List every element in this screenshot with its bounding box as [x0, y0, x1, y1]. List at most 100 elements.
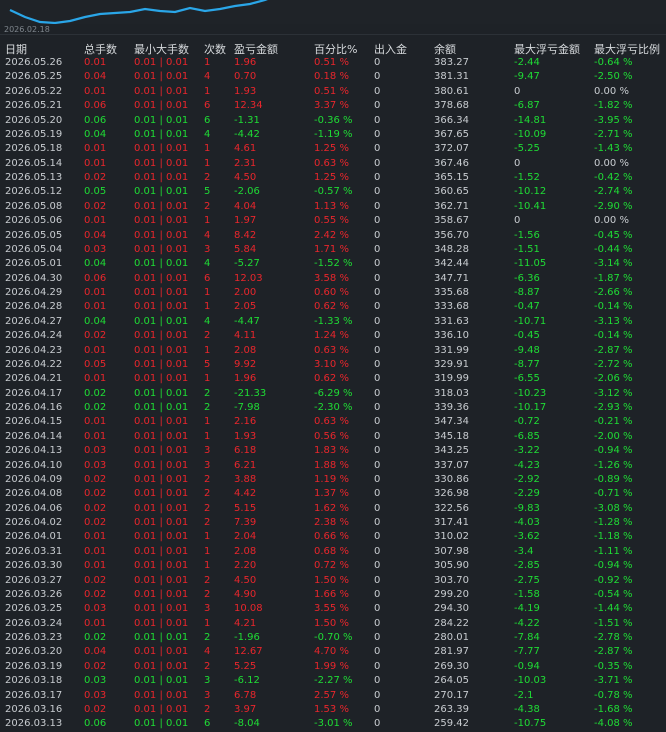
table-row[interactable]: 2026.04.29 0.01 0.01 | 0.01 1 2.00 0.60 % 0 335… [0, 286, 666, 300]
table-row[interactable]: 2026.04.10 0.03 0.01 | 0.01 3 6.21 1.88 % 0 337… [0, 459, 666, 473]
cell-balance: 264.05 [434, 675, 469, 687]
cell-pnl: 4.42 [234, 488, 257, 500]
cell-deposit-withdraw: 0 [374, 243, 381, 255]
cell-deposit-withdraw: 0 [374, 445, 381, 457]
cell-balance: 305.90 [434, 560, 469, 572]
table-row[interactable]: 2026.04.28 0.01 0.01 | 0.01 1 2.05 0.62 % 0 333… [0, 300, 666, 314]
table-row[interactable]: 2026.03.25 0.03 0.01 | 0.01 3 10.08 3.55 % 0 29… [0, 602, 666, 616]
header-max-floating-loss-pct[interactable]: 最大浮亏比例 [594, 41, 660, 57]
table-row[interactable]: 2026.04.23 0.01 0.01 | 0.01 1 2.08 0.63 % 0 331… [0, 344, 666, 358]
cell-max-floating-loss: -9.48 [514, 344, 540, 356]
table-row[interactable]: 2026.04.08 0.02 0.01 | 0.01 2 4.42 1.37 % 0 326… [0, 487, 666, 501]
cell-min-max-lots: 0.01 | 0.01 [134, 100, 189, 112]
table-row[interactable]: 2026.03.16 0.02 0.01 | 0.01 2 3.97 1.53 % 0 263… [0, 703, 666, 717]
table-row[interactable]: 2026.03.24 0.01 0.01 | 0.01 1 4.21 1.50 % 0 284… [0, 617, 666, 631]
table-row[interactable]: 2026.05.18 0.01 0.01 | 0.01 1 4.61 1.25 % 0 372… [0, 142, 666, 156]
table-row[interactable]: 2026.03.13 0.06 0.01 | 0.01 6 -8.04 -3.01 % 0 2… [0, 717, 666, 731]
table-row[interactable]: 2026.05.12 0.05 0.01 | 0.01 5 -2.06 -0.57 % 0 3… [0, 185, 666, 199]
cell-deposit-withdraw: 0 [374, 660, 381, 672]
cell-total-lots: 0.05 [84, 358, 107, 370]
table-row[interactable]: 2026.04.02 0.02 0.01 | 0.01 2 7.39 2.38 % 0 317… [0, 516, 666, 530]
table-row[interactable]: 2026.04.06 0.02 0.01 | 0.01 2 5.15 1.62 % 0 322… [0, 502, 666, 516]
header-balance[interactable]: 余额 [434, 41, 456, 57]
table-row[interactable]: 2026.04.15 0.01 0.01 | 0.01 1 2.16 0.63 % 0 347… [0, 415, 666, 429]
table-row[interactable]: 2026.04.14 0.01 0.01 | 0.01 1 1.93 0.56 % 0 345… [0, 430, 666, 444]
cell-pnl: 2.05 [234, 301, 257, 313]
table-row[interactable]: 2026.04.16 0.02 0.01 | 0.01 2 -7.98 -2.30 % 0 3… [0, 401, 666, 415]
cell-max-floating-loss: -4.23 [514, 459, 540, 471]
header-date[interactable]: 日期 [5, 41, 27, 57]
cell-percent: 1.53 % [314, 703, 349, 715]
table-row[interactable]: 2026.05.14 0.01 0.01 | 0.01 1 2.31 0.63 % 0 367… [0, 157, 666, 171]
cell-max-floating-loss: -2.85 [514, 560, 540, 572]
table-row[interactable]: 2026.04.27 0.04 0.01 | 0.01 4 -4.47 -1.33 % 0 3… [0, 315, 666, 329]
cell-balance: 367.46 [434, 157, 469, 169]
table-row[interactable]: 2026.05.21 0.06 0.01 | 0.01 6 12.34 3.37 % 0 37… [0, 99, 666, 113]
table-row[interactable]: 2026.04.01 0.01 0.01 | 0.01 1 2.04 0.66 % 0 310… [0, 530, 666, 544]
cell-min-max-lots: 0.01 | 0.01 [134, 675, 189, 687]
table-row[interactable]: 2026.05.26 0.01 0.01 | 0.01 1 1.96 0.51 % 0 383… [0, 56, 666, 70]
cell-pnl: 6.78 [234, 689, 257, 701]
cell-max-floating-loss-pct: -2.87 % [594, 344, 633, 356]
header-max-floating-loss[interactable]: 最大浮亏金额 [514, 41, 580, 57]
cell-total-lots: 0.04 [84, 71, 107, 83]
cell-min-max-lots: 0.01 | 0.01 [134, 632, 189, 643]
cell-max-floating-loss: -7.77 [514, 646, 540, 658]
table-row[interactable]: 2026.04.30 0.06 0.01 | 0.01 6 12.03 3.58 % 0 34… [0, 272, 666, 286]
cell-deposit-withdraw: 0 [374, 57, 381, 68]
table-row[interactable]: 2026.04.13 0.03 0.01 | 0.01 3 6.18 1.83 % 0 343… [0, 444, 666, 458]
table-row[interactable]: 2026.03.27 0.02 0.01 | 0.01 2 4.50 1.50 % 0 303… [0, 574, 666, 588]
cell-deposit-withdraw: 0 [374, 186, 381, 198]
cell-deposit-withdraw: 0 [374, 588, 381, 600]
header-min-max-lots[interactable]: 最小大手数 [134, 41, 189, 57]
cell-max-floating-loss-pct: 0.00 % [594, 215, 629, 227]
table-row[interactable]: 2026.05.25 0.04 0.01 | 0.01 4 0.70 0.18 % 0 381… [0, 70, 666, 84]
cell-count: 2 [204, 473, 211, 485]
cell-min-max-lots: 0.01 | 0.01 [134, 330, 189, 342]
cell-min-max-lots: 0.01 | 0.01 [134, 301, 189, 313]
cell-min-max-lots: 0.01 | 0.01 [134, 473, 189, 485]
table-row[interactable]: 2026.03.20 0.04 0.01 | 0.01 4 12.67 4.70 % 0 28… [0, 645, 666, 659]
header-percent[interactable]: 百分比% [314, 41, 357, 57]
table-row[interactable]: 2026.04.09 0.02 0.01 | 0.01 2 3.88 1.19 % 0 330… [0, 473, 666, 487]
table-row[interactable]: 2026.05.08 0.02 0.01 | 0.01 2 4.04 1.13 % 0 362… [0, 200, 666, 214]
table-row[interactable]: 2026.03.30 0.01 0.01 | 0.01 1 2.20 0.72 % 0 305… [0, 559, 666, 573]
table-row[interactable]: 2026.05.19 0.04 0.01 | 0.01 4 -4.42 -1.19 % 0 3… [0, 128, 666, 142]
cell-min-max-lots: 0.01 | 0.01 [134, 243, 189, 255]
cell-total-lots: 0.02 [84, 488, 107, 500]
cell-count: 1 [204, 215, 211, 227]
cell-max-floating-loss-pct: 0.00 % [594, 85, 629, 97]
table-row[interactable]: 2026.03.31 0.01 0.01 | 0.01 1 2.08 0.68 % 0 307… [0, 545, 666, 559]
cell-pnl: 3.97 [234, 703, 257, 715]
header-count[interactable]: 次数 [204, 41, 226, 57]
table-row[interactable]: 2026.03.23 0.02 0.01 | 0.01 2 -1.96 -0.70 % 0 2… [0, 631, 666, 645]
table-row[interactable]: 2026.04.21 0.01 0.01 | 0.01 1 1.96 0.62 % 0 319… [0, 372, 666, 386]
table-row[interactable]: 2026.03.17 0.03 0.01 | 0.01 3 6.78 2.57 % 0 270… [0, 689, 666, 703]
table-row[interactable]: 2026.04.22 0.05 0.01 | 0.01 5 9.92 3.10 % 0 329… [0, 358, 666, 372]
table-row[interactable]: 2026.03.26 0.02 0.01 | 0.01 2 4.90 1.66 % 0 299… [0, 588, 666, 602]
header-total-lots[interactable]: 总手数 [84, 41, 117, 57]
cell-date: 2026.03.27 [5, 574, 63, 586]
cell-deposit-withdraw: 0 [374, 172, 381, 183]
table-row[interactable]: 2026.05.06 0.01 0.01 | 0.01 1 1.97 0.55 % 0 358… [0, 214, 666, 228]
table-row[interactable]: 2026.04.17 0.02 0.01 | 0.01 2 -21.33 -6.29 % 0… [0, 387, 666, 401]
cell-total-lots: 0.01 [84, 373, 107, 385]
table-row[interactable]: 2026.04.24 0.02 0.01 | 0.01 2 4.11 1.24 % 0 336… [0, 329, 666, 343]
cell-pnl: 2.16 [234, 416, 257, 428]
header-pnl[interactable]: 盈亏金额 [234, 41, 278, 57]
table-row[interactable]: 2026.05.22 0.01 0.01 | 0.01 1 1.93 0.51 % 0 380… [0, 85, 666, 99]
cell-count: 1 [204, 301, 211, 313]
table-row[interactable]: 2026.05.04 0.03 0.01 | 0.01 3 5.84 1.71 % 0 348… [0, 243, 666, 257]
table-row[interactable]: 2026.05.20 0.06 0.01 | 0.01 6 -1.31 -0.36 % 0 3… [0, 114, 666, 128]
table-row[interactable]: 2026.05.05 0.04 0.01 | 0.01 4 8.42 2.42 % 0 356… [0, 229, 666, 243]
header-deposit-withdraw[interactable]: 出入金 [374, 41, 407, 57]
cell-balance: 345.18 [434, 430, 469, 442]
cell-date: 2026.05.06 [5, 215, 63, 227]
cell-max-floating-loss-pct: -2.00 % [594, 430, 633, 442]
table-row[interactable]: 2026.05.13 0.02 0.01 | 0.01 2 4.50 1.25 % 0 365… [0, 171, 666, 185]
cell-deposit-withdraw: 0 [374, 430, 381, 442]
table-row[interactable]: 2026.05.01 0.04 0.01 | 0.01 4 -5.27 -1.52 % 0 3… [0, 257, 666, 271]
table-row[interactable]: 2026.03.19 0.02 0.01 | 0.01 2 5.25 1.99 % 0 269… [0, 660, 666, 674]
table-row[interactable]: 2026.03.18 0.03 0.01 | 0.01 3 -6.12 -2.27 % 0 2… [0, 674, 666, 688]
cell-count: 4 [204, 258, 211, 270]
